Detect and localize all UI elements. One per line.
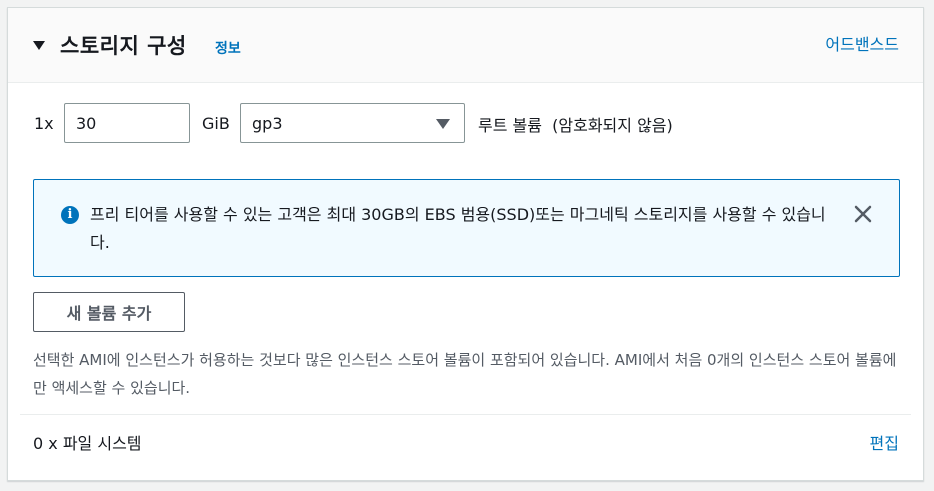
storage-config-panel: 스토리지 구성 정보 어드밴스드 1x GiB gp3 루트 볼륨 (암호화되지… (7, 7, 924, 481)
caret-down-icon (436, 119, 450, 129)
divider (20, 414, 911, 415)
volume-type-select[interactable]: gp3 (240, 103, 465, 143)
edit-file-systems-link[interactable]: 편집 (870, 430, 899, 454)
volume-size-unit: GiB (202, 114, 230, 133)
advanced-link[interactable]: 어드밴스드 (825, 31, 899, 55)
root-volume-row: 1x GiB gp3 루트 볼륨 (암호화되지 않음) (8, 103, 923, 143)
section-title[interactable]: 스토리지 구성 (60, 30, 187, 60)
alert-text: 프리 티어를 사용할 수 있는 고객은 최대 30GB의 EBS 범용(SSD)… (90, 205, 826, 252)
volume-type-value: gp3 (252, 114, 283, 133)
panel-header: 스토리지 구성 정보 어드밴스드 (8, 8, 923, 83)
volume-count: 1x (34, 114, 54, 133)
info-icon: i (61, 206, 79, 224)
add-new-volume-button[interactable]: 새 볼륨 추가 (33, 292, 185, 332)
root-volume-label: 루트 볼륨 (암호화되지 않음) (478, 116, 673, 135)
free-tier-alert: i 프리 티어를 사용할 수 있는 고객은 최대 30GB의 EBS 범용(SS… (33, 179, 900, 277)
caret-down-icon[interactable] (33, 41, 45, 50)
instance-store-description: 선택한 AMI에 인스턴스가 허용하는 것보다 많은 인스턴스 스토어 볼륨이 … (33, 351, 897, 397)
info-link[interactable]: 정보 (215, 38, 241, 58)
file-systems-label: 0 x 파일 시스템 (33, 434, 142, 453)
volume-size-input[interactable] (64, 103, 190, 143)
close-icon[interactable] (851, 202, 875, 226)
